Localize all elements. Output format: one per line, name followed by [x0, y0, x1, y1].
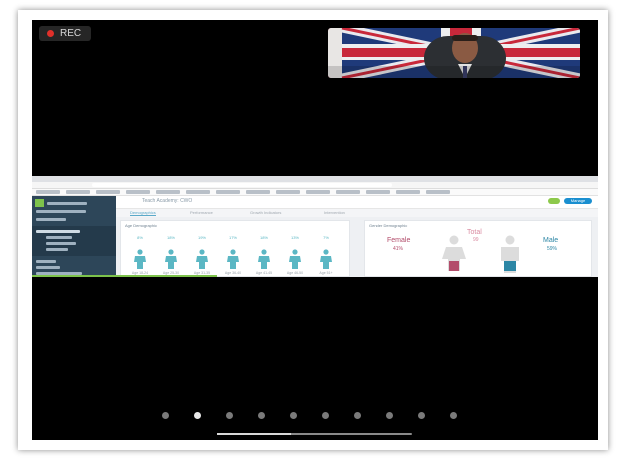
age-percent: 19% [197, 235, 206, 240]
bookmark-item[interactable] [396, 190, 420, 194]
person-icon [134, 249, 146, 269]
tab-growth-indicators[interactable]: Growth Indicators [250, 210, 281, 215]
bookmark-item[interactable] [426, 190, 450, 194]
female-label: Female [387, 237, 411, 244]
person-icon [227, 249, 239, 269]
gender-card-title: Gender Demographic [369, 223, 408, 228]
page-dot[interactable] [258, 412, 265, 419]
page-dot[interactable] [194, 412, 201, 419]
participant-video-thumbnail[interactable] [328, 28, 580, 78]
age-card-title: Age Demographic [125, 223, 158, 228]
female-percent: 41% [393, 246, 404, 252]
page-indicator [162, 412, 482, 420]
app-logo [35, 199, 44, 207]
page-dot[interactable] [226, 412, 233, 419]
record-dot-icon [47, 30, 54, 37]
tab-intervention[interactable]: Intervention [324, 210, 345, 215]
recording-indicator: REC [39, 26, 92, 41]
screen-share-content: Teach Academy: CWO Manage Demographics P… [32, 176, 598, 277]
age-percent: 18% [259, 235, 268, 240]
sidebar-item[interactable] [36, 230, 80, 233]
toggle-button[interactable] [548, 198, 560, 204]
person-icon [320, 249, 332, 269]
age-demographic-card: Age Demographic 8% Age 18-24 18% Age 25-30 1… [120, 220, 350, 277]
page-dot[interactable] [354, 412, 361, 419]
sidebar-item[interactable] [46, 242, 76, 245]
age-percent: 7% [323, 235, 329, 240]
person-icon [289, 249, 301, 269]
bookmark-item[interactable] [36, 190, 60, 194]
sidebar-item[interactable] [36, 210, 86, 213]
home-indicator-highlight [217, 433, 291, 435]
app-title: Teach Academy: CWO [142, 198, 193, 204]
progress-strip [32, 275, 217, 277]
bookmark-item[interactable] [216, 190, 240, 194]
sidebar-item[interactable] [36, 218, 66, 221]
app-header: Teach Academy: CWO Manage [116, 196, 598, 209]
app-sidebar [32, 196, 116, 277]
bookmark-item[interactable] [66, 190, 90, 194]
sidebar-item[interactable] [36, 266, 60, 269]
gender-demographic-card: Gender Demographic Female 41% Total 99 M… [364, 220, 592, 277]
page-dot[interactable] [386, 412, 393, 419]
male-percent: 59% [547, 246, 558, 252]
page-dot[interactable] [450, 412, 457, 419]
bookmark-item[interactable] [156, 190, 180, 194]
union-flag-background [328, 28, 580, 78]
bookmark-item[interactable] [186, 190, 210, 194]
male-figure-icon [501, 235, 519, 273]
sidebar-item[interactable] [47, 202, 87, 205]
age-percent: 17% [228, 235, 237, 240]
bookmark-item[interactable] [336, 190, 360, 194]
tab-performance[interactable]: Performance [190, 210, 213, 215]
age-percent: 13% [290, 235, 299, 240]
page-dot[interactable] [162, 412, 169, 419]
sidebar-item[interactable] [46, 236, 72, 239]
page-dot[interactable] [322, 412, 329, 419]
page-dot[interactable] [418, 412, 425, 419]
tab-demographics[interactable]: Demographics [130, 210, 156, 216]
female-figure-icon [442, 235, 466, 271]
total-value: 99 [473, 237, 479, 243]
bookmark-item[interactable] [306, 190, 330, 194]
sidebar-item[interactable] [46, 248, 68, 251]
total-label: Total [467, 229, 482, 236]
page-dot[interactable] [290, 412, 297, 419]
bookmark-item[interactable] [246, 190, 270, 194]
bookmark-item[interactable] [126, 190, 150, 194]
bookmark-item[interactable] [276, 190, 300, 194]
age-label: Age 41-45 [255, 271, 273, 275]
male-label: Male [543, 237, 559, 244]
person-icon [165, 249, 177, 269]
url-field[interactable] [92, 183, 392, 187]
age-percent: 18% [166, 235, 175, 240]
age-label: Age 46-50 [286, 271, 304, 275]
home-indicator[interactable] [217, 433, 412, 435]
manage-button[interactable]: Manage [564, 198, 592, 204]
person-icon [196, 249, 208, 269]
bookmark-item[interactable] [366, 190, 390, 194]
age-label: Age 36-40 [224, 271, 242, 275]
content-tabs: Demographics Performance Growth Indicato… [116, 209, 598, 217]
age-label: Age 51+ [319, 271, 333, 275]
bookmarks-bar [32, 189, 598, 196]
age-percent: 8% [137, 235, 143, 240]
person-icon [258, 249, 270, 269]
video-call-screen: REC Teach Academy: CWO Manage Demographi… [32, 20, 598, 440]
browser-address-bar [32, 182, 598, 189]
sidebar-item[interactable] [36, 260, 56, 263]
recording-label: REC [60, 28, 82, 39]
bookmark-item[interactable] [96, 190, 120, 194]
